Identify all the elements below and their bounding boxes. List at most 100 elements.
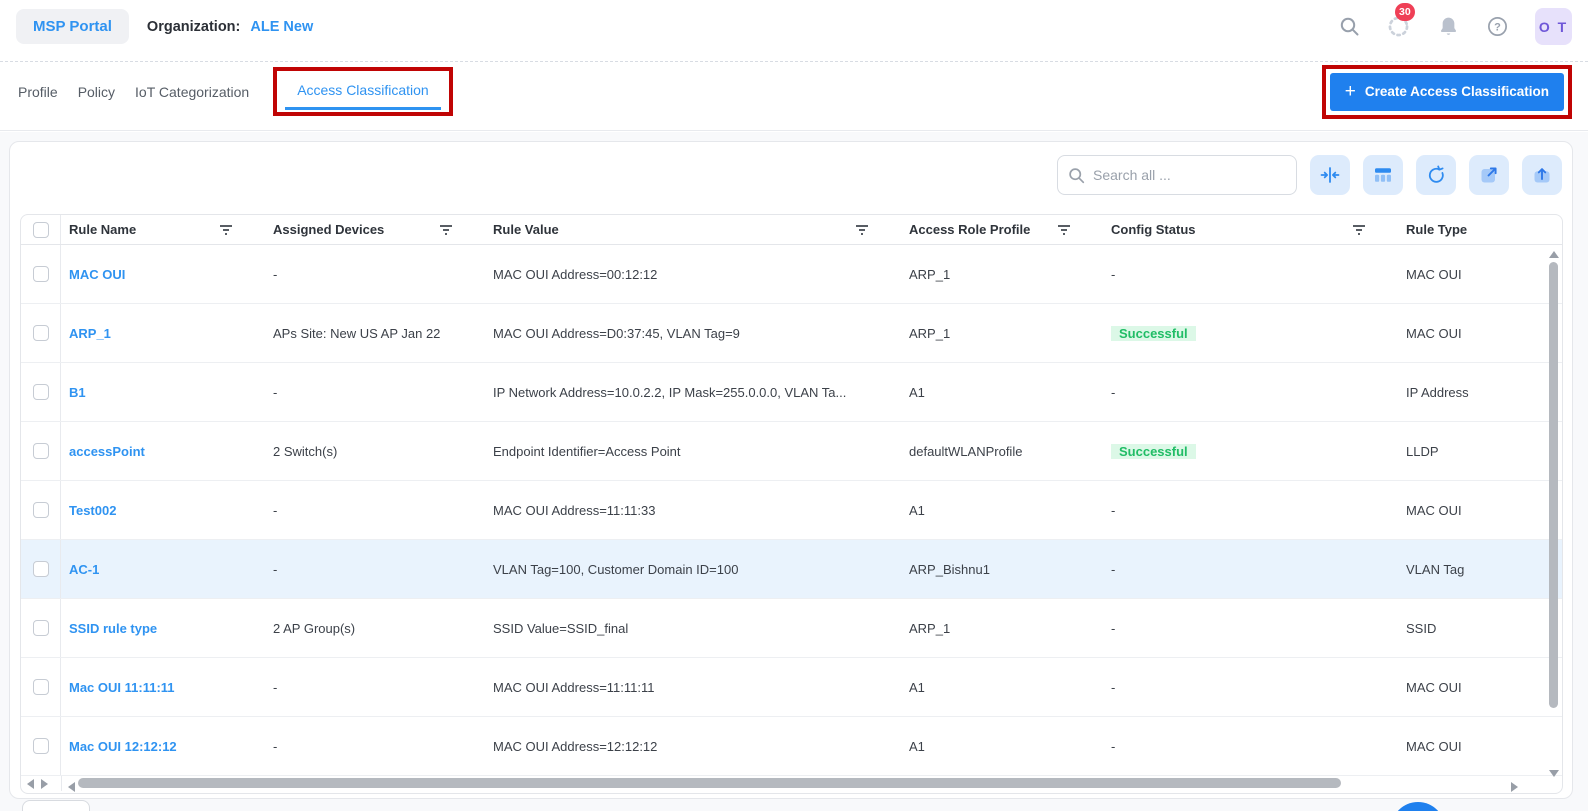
vertical-scrollbar[interactable] [1548,251,1560,777]
page-left-arrow[interactable] [27,779,34,789]
tab-access-classification[interactable]: Access Classification [285,74,441,110]
access-role-profile-cell: ARP_1 [901,326,1103,341]
loading-spinner-icon[interactable]: 30 [1386,14,1411,39]
create-button-label: Create Access Classification [1365,84,1549,99]
access-role-profile-cell: A1 [901,503,1103,518]
row-checkbox[interactable] [33,738,49,754]
table-row[interactable]: MAC OUI - MAC OUI Address=00:12:12 ARP_1… [21,245,1562,304]
rule-name-link[interactable]: accessPoint [69,444,145,459]
assigned-devices-cell: 2 Switch(s) [265,444,485,459]
filter-icon[interactable] [219,224,233,236]
rule-name-link[interactable]: Mac OUI 11:11:11 [69,680,175,695]
columns-button[interactable] [1363,155,1403,195]
config-status-cell: - [1111,680,1115,695]
tab-policy[interactable]: Policy [68,84,125,100]
column-label: Access Role Profile [909,222,1030,237]
rule-name-link[interactable]: B1 [69,385,86,400]
table-row[interactable]: Mac OUI 11:11:11 - MAC OUI Address=11:11… [21,658,1562,717]
table-row[interactable]: Mac OUI 12:12:12 - MAC OUI Address=12:12… [21,717,1562,776]
rule-name-link[interactable]: ARP_1 [69,326,111,341]
svg-text:?: ? [1494,21,1501,33]
select-all-checkbox[interactable] [33,222,49,238]
column-header-access-role-profile[interactable]: Access Role Profile [901,222,1103,237]
column-label: Config Status [1111,222,1196,237]
page-size-select[interactable] [22,800,90,811]
row-checkbox[interactable] [33,502,49,518]
vertical-scrollbar-thumb[interactable] [1549,262,1558,708]
column-header-assigned-devices[interactable]: Assigned Devices [265,222,485,237]
refresh-button[interactable] [1416,155,1456,195]
create-access-classification-button[interactable]: + Create Access Classification [1330,73,1564,111]
open-expand-icon [1479,165,1499,185]
msp-portal-chip[interactable]: MSP Portal [16,9,129,44]
column-label: Rule Value [493,222,559,237]
open-expand-button[interactable] [1469,155,1509,195]
scroll-right-arrow[interactable] [1511,779,1518,794]
column-header-rule-value[interactable]: Rule Value [485,222,901,237]
rule-name-link[interactable]: Mac OUI 12:12:12 [69,739,177,754]
rule-type-cell: MAC OUI [1398,326,1538,341]
rule-name-link[interactable]: Test002 [69,503,116,518]
scroll-up-arrow[interactable] [1549,251,1559,258]
row-checkbox[interactable] [33,384,49,400]
rule-name-link[interactable]: SSID rule type [69,621,157,636]
page: MSP Portal Organization: ALE New 30 ? O … [0,0,1588,811]
column-header-rule-type[interactable]: Rule Type [1398,222,1538,237]
horizontal-scrollbar-thumb[interactable] [78,778,1341,788]
tab-iot-categorization[interactable]: IoT Categorization [125,84,259,100]
row-checkbox[interactable] [33,325,49,341]
collapse-columns-button[interactable] [1310,155,1350,195]
bell-icon[interactable] [1437,15,1460,38]
rule-type-cell: IP Address [1398,385,1538,400]
rule-name-link[interactable]: MAC OUI [69,267,125,282]
row-checkbox[interactable] [33,561,49,577]
avatar[interactable]: O T [1535,8,1572,45]
table-row[interactable]: B1 - IP Network Address=10.0.2.2, IP Mas… [21,363,1562,422]
assigned-devices-cell: - [265,503,485,518]
filter-icon[interactable] [1057,224,1071,236]
page-right-arrow[interactable] [41,779,48,789]
filter-icon[interactable] [1352,224,1366,236]
tab-profile[interactable]: Profile [8,84,68,100]
row-checkbox[interactable] [33,620,49,636]
row-checkbox-cell [21,422,61,480]
filter-icon[interactable] [439,224,453,236]
table-body: MAC OUI - MAC OUI Address=00:12:12 ARP_1… [21,245,1562,776]
table-row[interactable]: Test002 - MAC OUI Address=11:11:33 A1 - … [21,481,1562,540]
rule-name-link[interactable]: AC-1 [69,562,99,577]
rule-type-cell: VLAN Tag [1398,562,1538,577]
horizontal-scrollbar[interactable] [21,776,1536,791]
scroll-left-arrow[interactable] [68,779,75,794]
rule-type-cell: MAC OUI [1398,680,1538,695]
access-role-profile-cell: defaultWLANProfile [901,444,1103,459]
access-role-profile-cell: ARP_1 [901,621,1103,636]
table-row[interactable]: AC-1 - VLAN Tag=100, Customer Domain ID=… [21,540,1562,599]
row-checkbox[interactable] [33,679,49,695]
search-input[interactable] [1093,167,1286,183]
search-box [1057,155,1297,195]
topbar-actions: 30 ? O T [1339,8,1572,45]
row-checkbox[interactable] [33,266,49,282]
table-row[interactable]: accessPoint 2 Switch(s) Endpoint Identif… [21,422,1562,481]
column-header-rule-name[interactable]: Rule Name [61,222,265,237]
access-role-profile-cell: ARP_1 [901,267,1103,282]
row-checkbox-cell [21,245,61,303]
access-role-profile-cell: A1 [901,385,1103,400]
scroll-down-arrow[interactable] [1549,770,1559,777]
filter-icon[interactable] [855,224,869,236]
content-background: Rule Name Assigned Devices Rule Value Ac… [0,132,1588,811]
row-checkbox-cell [21,658,61,716]
row-checkbox[interactable] [33,443,49,459]
rule-value-cell: IP Network Address=10.0.2.2, IP Mask=255… [485,385,901,400]
table-row[interactable]: ARP_1 APs Site: New US AP Jan 22 MAC OUI… [21,304,1562,363]
rules-table: Rule Name Assigned Devices Rule Value Ac… [20,214,1563,794]
search-icon[interactable] [1339,16,1360,37]
upload-button[interactable] [1522,155,1562,195]
rule-value-cell: MAC OUI Address=11:11:11 [485,680,901,695]
rule-value-cell: SSID Value=SSID_final [485,621,901,636]
organization-link[interactable]: ALE New [250,19,313,35]
floating-action-button[interactable] [1391,802,1445,811]
table-row[interactable]: SSID rule type 2 AP Group(s) SSID Value=… [21,599,1562,658]
help-icon[interactable]: ? [1486,15,1509,38]
column-header-config-status[interactable]: Config Status [1103,222,1398,237]
